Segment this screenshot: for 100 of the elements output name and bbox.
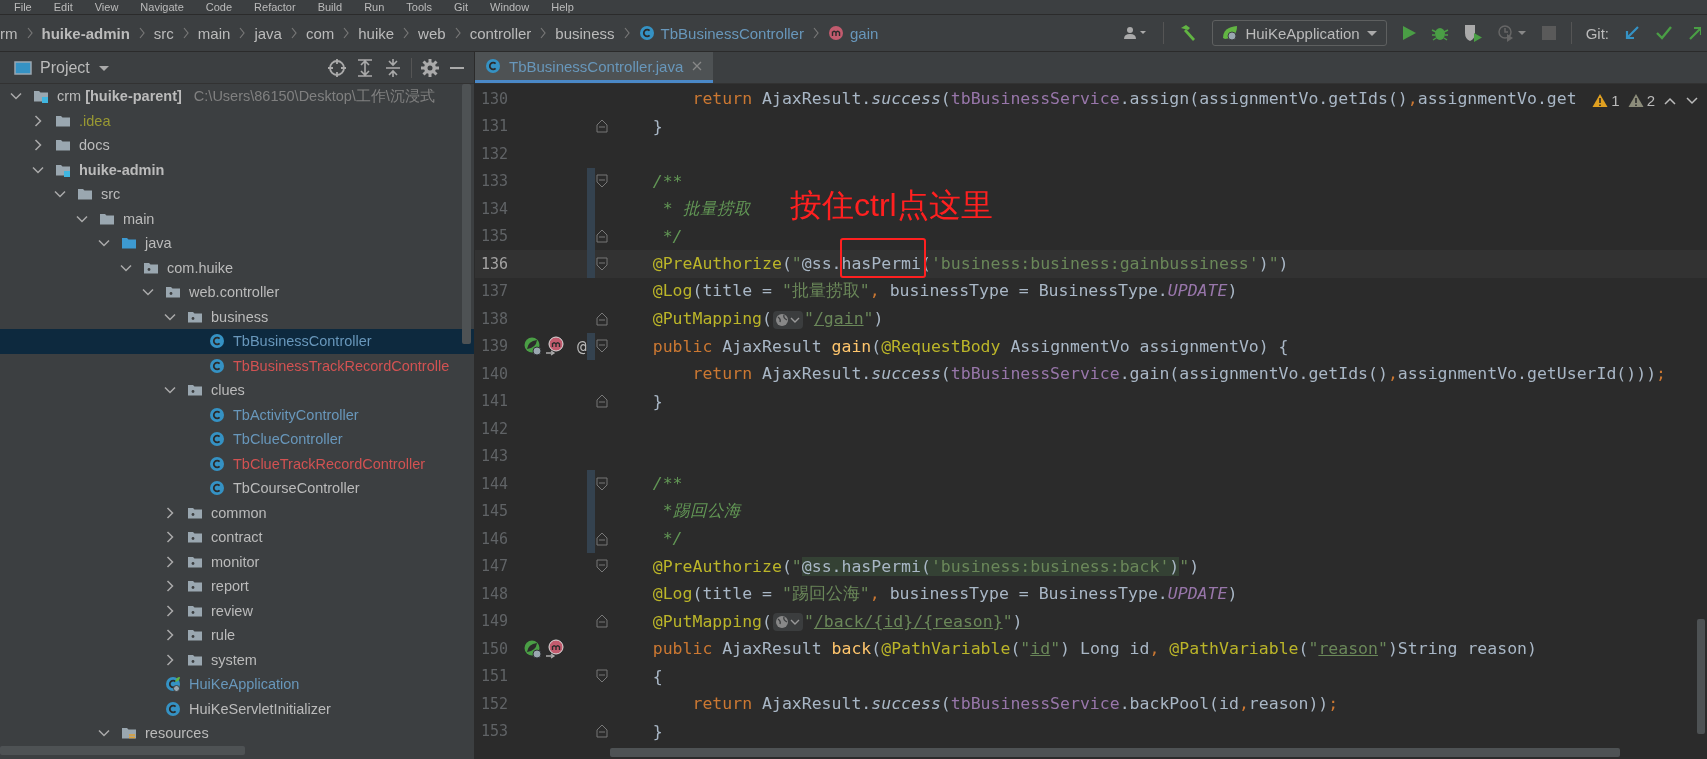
fold-marker-icon[interactable]: [595, 559, 608, 574]
menu-item[interactable]: Build: [317, 0, 343, 14]
menu-item[interactable]: Refactor: [254, 0, 296, 14]
code-line: @PutMapping( "/back/{id}/{reason}"): [651, 611, 1023, 631]
scrollbar-thumb[interactable]: [610, 748, 1620, 757]
menu-item[interactable]: Run: [364, 0, 385, 14]
fold-marker-icon[interactable]: [595, 669, 608, 684]
tree-item[interactable]: report: [0, 574, 474, 599]
tree-item[interactable]: common: [0, 500, 474, 525]
breadcrumb[interactable]: TbBusinessController: [638, 24, 804, 42]
check-icon[interactable]: [1655, 24, 1673, 42]
run-configuration-dropdown[interactable]: HuiKeApplication: [1212, 20, 1387, 46]
scrollbar-thumb[interactable]: [462, 84, 471, 344]
settings-icon[interactable]: [420, 57, 440, 78]
class-icon: [209, 406, 225, 423]
breadcrumb[interactable]: huike-admin: [41, 24, 130, 42]
menu-item[interactable]: Help: [551, 0, 574, 14]
coverage-icon[interactable]: [1462, 23, 1483, 43]
source-folder-icon: [121, 235, 137, 252]
push-arrow-icon[interactable]: [1687, 24, 1701, 42]
request-mapping-icon[interactable]: [545, 336, 565, 357]
fold-marker-icon[interactable]: [595, 476, 608, 491]
inspection-counter[interactable]: 2: [1627, 92, 1655, 109]
breadcrumb[interactable]: com: [305, 24, 335, 42]
tree-item-label: common: [211, 504, 267, 521]
tree-item[interactable]: .idea: [0, 108, 474, 133]
spring-bean-icon[interactable]: [523, 638, 543, 659]
tree-item[interactable]: main: [0, 206, 474, 231]
tree-item[interactable]: docs: [0, 133, 474, 158]
tree-item[interactable]: contract: [0, 525, 474, 550]
menu-item[interactable]: Edit: [53, 0, 73, 14]
expand-all-icon[interactable]: [355, 57, 375, 78]
tree-item[interactable]: HuiKeApplication: [0, 672, 474, 697]
fold-marker-icon[interactable]: [595, 531, 608, 546]
breadcrumb[interactable]: main: [197, 24, 231, 42]
breadcrumb[interactable]: gain: [827, 24, 879, 42]
breadcrumb[interactable]: controller: [469, 24, 532, 42]
menu-item[interactable]: Code: [205, 0, 233, 14]
code-line: /**: [651, 474, 683, 494]
tree-item[interactable]: system: [0, 647, 474, 672]
tree-item[interactable]: huike-admin: [0, 157, 474, 182]
tree-item[interactable]: resources: [0, 721, 474, 746]
locate-icon[interactable]: [327, 57, 347, 78]
request-mapping-icon[interactable]: [545, 638, 565, 659]
tree-item[interactable]: TbCourseController: [0, 476, 474, 501]
gutter-marker[interactable]: @: [577, 336, 587, 356]
line-number: 143: [480, 447, 510, 466]
fold-marker-icon[interactable]: [595, 229, 608, 244]
breadcrumb[interactable]: business: [555, 24, 615, 42]
run-icon[interactable]: [1400, 24, 1417, 42]
scrollbar-thumb[interactable]: [1697, 619, 1705, 734]
tree-item[interactable]: com.huike: [0, 255, 474, 280]
fold-marker-icon[interactable]: [595, 339, 608, 354]
fold-marker-icon[interactable]: [595, 614, 608, 629]
inspection-counter[interactable]: 1: [1592, 92, 1620, 109]
update-arrow-icon[interactable]: [1623, 24, 1641, 42]
tree-item-label: resources: [145, 725, 209, 742]
fold-marker-icon[interactable]: [595, 174, 608, 189]
fold-marker-icon[interactable]: [595, 119, 608, 134]
menu-item[interactable]: Navigate: [140, 0, 184, 14]
package-folder-icon: [187, 578, 203, 595]
tree-item[interactable]: monitor: [0, 549, 474, 574]
tree-item[interactable]: TbActivityController: [0, 402, 474, 427]
tree-item-label: contract: [211, 529, 263, 546]
fold-marker-icon[interactable]: [595, 724, 608, 739]
fold-marker-icon[interactable]: [595, 311, 608, 326]
breadcrumb[interactable]: src: [153, 24, 174, 42]
tree-item-label: crm [huike-parent]: [57, 88, 182, 105]
line-number: 130: [480, 89, 510, 108]
breadcrumb[interactable]: java: [254, 24, 282, 42]
close-icon[interactable]: [691, 60, 704, 72]
breadcrumb[interactable]: rm: [0, 24, 18, 42]
menu-item[interactable]: File: [14, 0, 32, 14]
tree-item[interactable]: rule: [0, 623, 474, 648]
breadcrumb[interactable]: web: [418, 24, 446, 42]
menu-item[interactable]: Tools: [406, 0, 432, 14]
tree-item[interactable]: src: [0, 182, 474, 207]
tree-item[interactable]: clues: [0, 378, 474, 403]
url-globe-icon[interactable]: [774, 311, 801, 328]
tree-item-label: web.controller: [189, 284, 280, 301]
spring-bean-icon[interactable]: [523, 336, 543, 357]
breadcrumb[interactable]: huike: [358, 24, 395, 42]
tree-item[interactable]: business: [0, 304, 474, 329]
tree-item[interactable]: HuiKeServletInitializer: [0, 696, 474, 721]
menu-item[interactable]: View: [94, 0, 119, 14]
menu-item[interactable]: Window: [490, 0, 530, 14]
line-number: 152: [480, 694, 510, 713]
url-globe-icon[interactable]: [774, 614, 801, 630]
fold-marker-icon[interactable]: [595, 256, 608, 271]
tree-item[interactable]: web.controller: [0, 280, 474, 305]
collapse-all-icon[interactable]: [383, 57, 403, 78]
tree-item[interactable]: TbClueController: [0, 427, 474, 452]
project-view-selector[interactable]: Project: [14, 58, 110, 77]
menu-item[interactable]: Git: [454, 0, 469, 14]
tree-item[interactable]: java: [0, 231, 474, 256]
folder-icon: [77, 186, 93, 203]
fold-marker-icon[interactable]: [595, 394, 608, 409]
tree-item[interactable]: TbBusinessController: [0, 329, 474, 354]
tree-item[interactable]: review: [0, 598, 474, 623]
tree-item[interactable]: crm [huike-parent] C:\Users\86150\Desktop\工作\沉浸式: [0, 84, 474, 109]
